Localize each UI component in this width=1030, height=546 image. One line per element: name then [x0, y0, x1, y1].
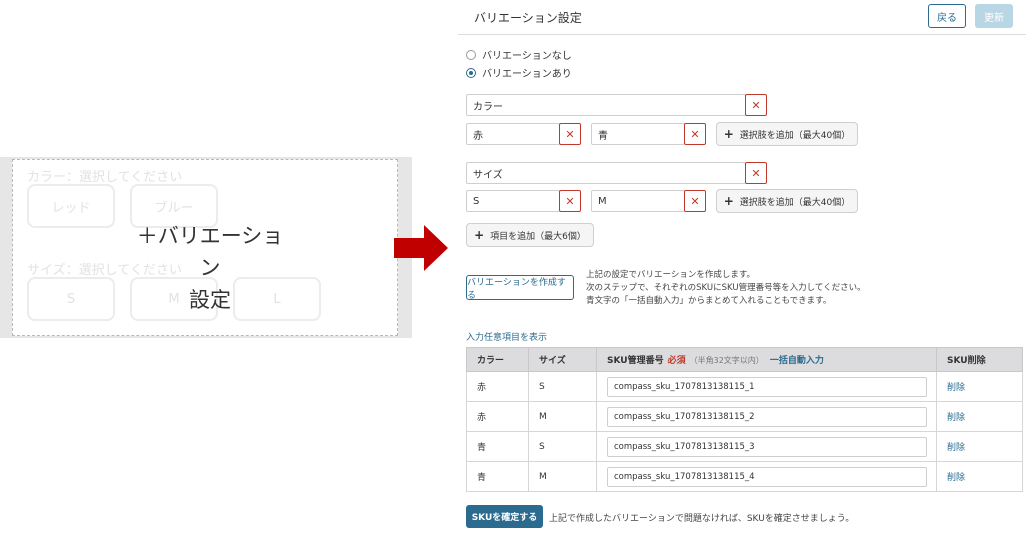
- confirm-note: 上記で作成したバリエーションで問題なければ、SKUを確定させましょう。: [549, 514, 855, 524]
- note-line: 次のステップで、それぞれのSKUにSKU管理番号等を入力してください。: [586, 283, 866, 293]
- cell-color: 青: [466, 431, 529, 462]
- overlay-line-2: 設定: [189, 288, 231, 312]
- column-header-color: カラー: [466, 347, 529, 372]
- delete-sku-link[interactable]: 削除: [947, 383, 965, 393]
- cell-delete: 削除: [936, 401, 1023, 432]
- delete-sku-link[interactable]: 削除: [947, 413, 965, 423]
- cell-size: S: [528, 371, 597, 402]
- cell-color: 赤: [466, 371, 529, 402]
- radio-no-variation[interactable]: バリエーションなし: [466, 47, 572, 62]
- confirm-sku-button[interactable]: SKUを確定する: [466, 505, 543, 528]
- sku-input[interactable]: compass_sku_1707813138115_2: [607, 406, 927, 427]
- preview-color-prompt: カラー：選択してください: [27, 170, 183, 185]
- variation-settings-panel: バリエーション設定 戻る 更新 バリエーションなし バリエーションあり カラー …: [458, 0, 1030, 546]
- preview-chip: S: [27, 277, 115, 321]
- table-row: 赤 S compass_sku_1707813138115_1 削除: [466, 371, 1023, 402]
- plus-icon: +: [474, 228, 485, 242]
- add-item-label: 項目を追加（最大6個）: [490, 231, 586, 242]
- radio-label: バリエーションあり: [482, 69, 572, 80]
- close-icon[interactable]: ✕: [559, 190, 581, 212]
- preview-chip: レッド: [27, 184, 115, 228]
- add-option-button[interactable]: + 選択肢を追加（最大40個）: [716, 189, 858, 213]
- cell-delete: 削除: [936, 431, 1023, 462]
- cell-sku: compass_sku_1707813138115_4: [596, 461, 937, 492]
- radio-with-variation[interactable]: バリエーションあり: [466, 65, 572, 80]
- right-arrow-icon: [394, 225, 448, 271]
- cell-color: 赤: [466, 401, 529, 432]
- cell-delete: 削除: [936, 371, 1023, 402]
- create-variation-button[interactable]: バリエーションを作成する: [466, 275, 574, 301]
- show-optional-fields-link[interactable]: 入力任意項目を表示: [466, 330, 547, 343]
- close-icon[interactable]: ✕: [559, 123, 581, 145]
- overlay-line-1: ＋バリエーション: [136, 224, 284, 280]
- sku-input[interactable]: compass_sku_1707813138115_3: [607, 436, 927, 457]
- radio-label: バリエーションなし: [482, 51, 572, 62]
- delete-sku-link[interactable]: 削除: [947, 443, 965, 453]
- sku-input[interactable]: compass_sku_1707813138115_1: [607, 376, 927, 397]
- cell-color: 青: [466, 461, 529, 492]
- delete-sku-link[interactable]: 削除: [947, 473, 965, 483]
- option-value-field[interactable]: M: [591, 190, 685, 212]
- column-header-delete: SKU削除: [936, 347, 1023, 372]
- cell-size: M: [528, 461, 597, 492]
- add-variation-overlay[interactable]: ＋バリエーション 設定: [130, 220, 290, 316]
- cell-size: M: [528, 401, 597, 432]
- table-row: 赤 M compass_sku_1707813138115_2 削除: [466, 401, 1023, 432]
- cell-sku: compass_sku_1707813138115_3: [596, 431, 937, 462]
- cell-sku: compass_sku_1707813138115_2: [596, 401, 937, 432]
- cell-size: S: [528, 431, 597, 462]
- attribute-name-field[interactable]: カラー: [466, 94, 746, 116]
- radio-button[interactable]: [466, 49, 476, 60]
- sku-table: カラー サイズ SKU管理番号 必須 （半角32文字以内） 一括自動入力 SKU削除 …: [466, 347, 1023, 492]
- table-header-row: カラー サイズ SKU管理番号 必須 （半角32文字以内） 一括自動入力 SKU削除: [466, 347, 1023, 372]
- plus-icon: +: [723, 127, 734, 141]
- page-title: バリエーション設定: [474, 11, 582, 25]
- add-option-button[interactable]: + 選択肢を追加（最大40個）: [716, 122, 858, 146]
- close-icon[interactable]: ✕: [745, 162, 767, 184]
- plus-icon: +: [723, 194, 734, 208]
- close-icon[interactable]: ✕: [684, 190, 706, 212]
- option-value-field[interactable]: S: [466, 190, 560, 212]
- radio-button-selected[interactable]: [466, 67, 476, 78]
- note-line: 上記の設定でバリエーションを作成します。: [586, 270, 755, 280]
- sku-header-label: SKU管理番号: [607, 356, 664, 366]
- preview-dropzone[interactable]: カラー：選択してください レッド ブルー サイズ：選択してください S M L …: [12, 159, 398, 336]
- option-value-field[interactable]: 青: [591, 123, 685, 145]
- cell-delete: 削除: [936, 461, 1023, 492]
- close-icon[interactable]: ✕: [684, 123, 706, 145]
- create-note: 上記の設定でバリエーションを作成します。 次のステップで、それぞれのSKUにSK…: [586, 269, 866, 308]
- panel-header: バリエーション設定 戻る 更新: [458, 0, 1026, 35]
- column-header-sku: SKU管理番号 必須 （半角32文字以内） 一括自動入力: [596, 347, 937, 372]
- sku-input[interactable]: compass_sku_1707813138115_4: [607, 466, 927, 487]
- add-option-label: 選択肢を追加（最大40個）: [739, 197, 851, 208]
- length-hint: （半角32文字以内）: [689, 356, 764, 365]
- table-row: 青 S compass_sku_1707813138115_3 削除: [466, 431, 1023, 462]
- column-header-size: サイズ: [528, 347, 597, 372]
- add-option-label: 選択肢を追加（最大40個）: [739, 130, 851, 141]
- table-row: 青 M compass_sku_1707813138115_4 削除: [466, 461, 1023, 492]
- cell-sku: compass_sku_1707813138115_1: [596, 371, 937, 402]
- add-item-button[interactable]: + 項目を追加（最大6個）: [466, 223, 594, 247]
- back-button[interactable]: 戻る: [928, 4, 966, 28]
- close-icon[interactable]: ✕: [745, 94, 767, 116]
- variation-preview: カラー：選択してください レッド ブルー サイズ：選択してください S M L …: [0, 157, 412, 338]
- note-line: 青文字の「一括自動入力」からまとめて入れることもできます。: [586, 296, 832, 306]
- attribute-name-field[interactable]: サイズ: [466, 162, 746, 184]
- option-value-field[interactable]: 赤: [466, 123, 560, 145]
- required-badge: 必須: [667, 356, 686, 366]
- update-button[interactable]: 更新: [975, 4, 1013, 28]
- bulk-autofill-link[interactable]: 一括自動入力: [770, 356, 824, 366]
